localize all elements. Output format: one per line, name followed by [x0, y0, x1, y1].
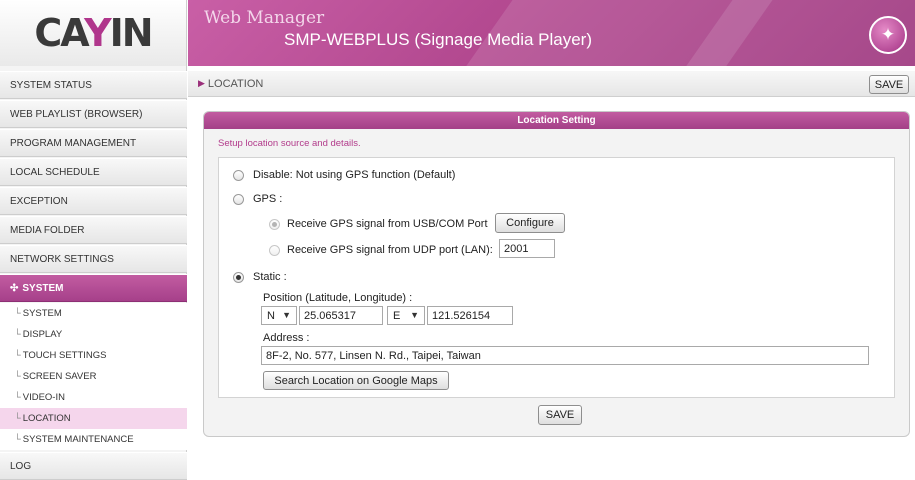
corner-arrow-icon: └: [14, 392, 21, 403]
sidebar-subitem-system-maintenance[interactable]: └ SYSTEM MAINTENANCE: [0, 429, 187, 450]
sidebar: SYSTEM STATUS WEB PLAYLIST (BROWSER) PRO…: [0, 66, 187, 480]
corner-arrow-icon: └: [14, 413, 21, 424]
sidebar-subitem-video-in[interactable]: └ VIDEO-IN: [0, 387, 187, 408]
radio-gps[interactable]: [233, 194, 244, 205]
sidebar-subitem-touch-settings[interactable]: └ TOUCH SETTINGS: [0, 345, 187, 366]
sidebar-subitem-display[interactable]: └ DISPLAY: [0, 324, 187, 345]
panel-description: Setup location source and details.: [218, 138, 361, 149]
radio-static[interactable]: [233, 272, 244, 283]
panel-header: Location Setting: [204, 112, 909, 129]
corner-arrow-icon: └: [14, 329, 21, 340]
address-label: Address :: [263, 332, 310, 344]
address-field[interactable]: 8F-2, No. 577, Linsen N. Rd., Taipei, Ta…: [261, 346, 869, 365]
logo: CAYIN: [0, 0, 187, 66]
configure-button[interactable]: Configure: [495, 213, 565, 233]
udp-port-field[interactable]: 2001: [499, 239, 555, 258]
radio-gps-usb[interactable]: [269, 219, 280, 230]
position-label: Position (Latitude, Longitude) :: [263, 292, 413, 304]
sidebar-item-local-schedule[interactable]: LOCAL SCHEDULE: [0, 158, 187, 186]
sidebar-item-exception[interactable]: EXCEPTION: [0, 187, 187, 215]
app-title: Web Manager: [204, 8, 325, 28]
header-banner: Web Manager SMP-WEBPLUS (Signage Media P…: [188, 0, 915, 66]
location-options-box: Disable: Not using GPS function (Default…: [218, 157, 895, 398]
radio-gps-usb-label: Receive GPS signal from USB/COM Port: [287, 218, 488, 230]
latitude-direction-select[interactable]: N ▼: [261, 306, 297, 325]
radio-gps-udp[interactable]: [269, 245, 280, 256]
device-name: SMP-WEBPLUS (Signage Media Player): [284, 30, 593, 49]
search-google-maps-button[interactable]: Search Location on Google Maps: [263, 371, 449, 390]
sidebar-item-system[interactable]: ✣ SYSTEM: [0, 274, 187, 302]
caret-down-icon: ▼: [410, 310, 419, 320]
sidebar-item-media-folder[interactable]: MEDIA FOLDER: [0, 216, 187, 244]
radio-gps-label: GPS :: [253, 193, 283, 205]
corner-arrow-icon: └: [14, 350, 21, 361]
longitude-field[interactable]: 121.526154: [427, 306, 513, 325]
corner-arrow-icon: └: [14, 434, 21, 445]
sidebar-subitem-screen-saver[interactable]: └ SCREEN SAVER: [0, 366, 187, 387]
sidebar-item-log[interactable]: LOG: [0, 452, 187, 480]
save-button-top[interactable]: SAVE: [869, 75, 909, 94]
location-setting-panel: Location Setting Setup location source a…: [203, 111, 910, 437]
caret-down-icon: ▼: [282, 310, 291, 320]
magic-wand-icon[interactable]: ✦: [869, 16, 907, 54]
corner-arrow-icon: └: [14, 308, 21, 319]
save-button[interactable]: SAVE: [538, 405, 582, 425]
triangle-right-icon: ▶: [198, 78, 205, 88]
latitude-field[interactable]: 25.065317: [299, 306, 383, 325]
sidebar-subitem-system[interactable]: └ SYSTEM: [0, 303, 187, 324]
sidebar-item-system-status[interactable]: SYSTEM STATUS: [0, 71, 187, 99]
sidebar-item-network-settings[interactable]: NETWORK SETTINGS: [0, 245, 187, 273]
page-title: LOCATION: [207, 77, 264, 90]
sidebar-subitem-location[interactable]: └ LOCATION: [0, 408, 187, 429]
radio-gps-udp-label: Receive GPS signal from UDP port (LAN):: [287, 244, 493, 256]
bullet-icon: ✣: [10, 282, 19, 294]
radio-disable[interactable]: [233, 170, 244, 181]
sidebar-item-web-playlist[interactable]: WEB PLAYLIST (BROWSER): [0, 100, 187, 128]
radio-disable-label: Disable: Not using GPS function (Default…: [253, 169, 456, 181]
radio-static-label: Static :: [253, 271, 287, 283]
logo-text: CAYIN: [34, 11, 153, 55]
corner-arrow-icon: └: [14, 371, 21, 382]
longitude-direction-select[interactable]: E ▼: [387, 306, 425, 325]
sidebar-item-program-management[interactable]: PROGRAM MANAGEMENT: [0, 129, 187, 157]
breadcrumb: ▶ LOCATION: [188, 71, 915, 97]
